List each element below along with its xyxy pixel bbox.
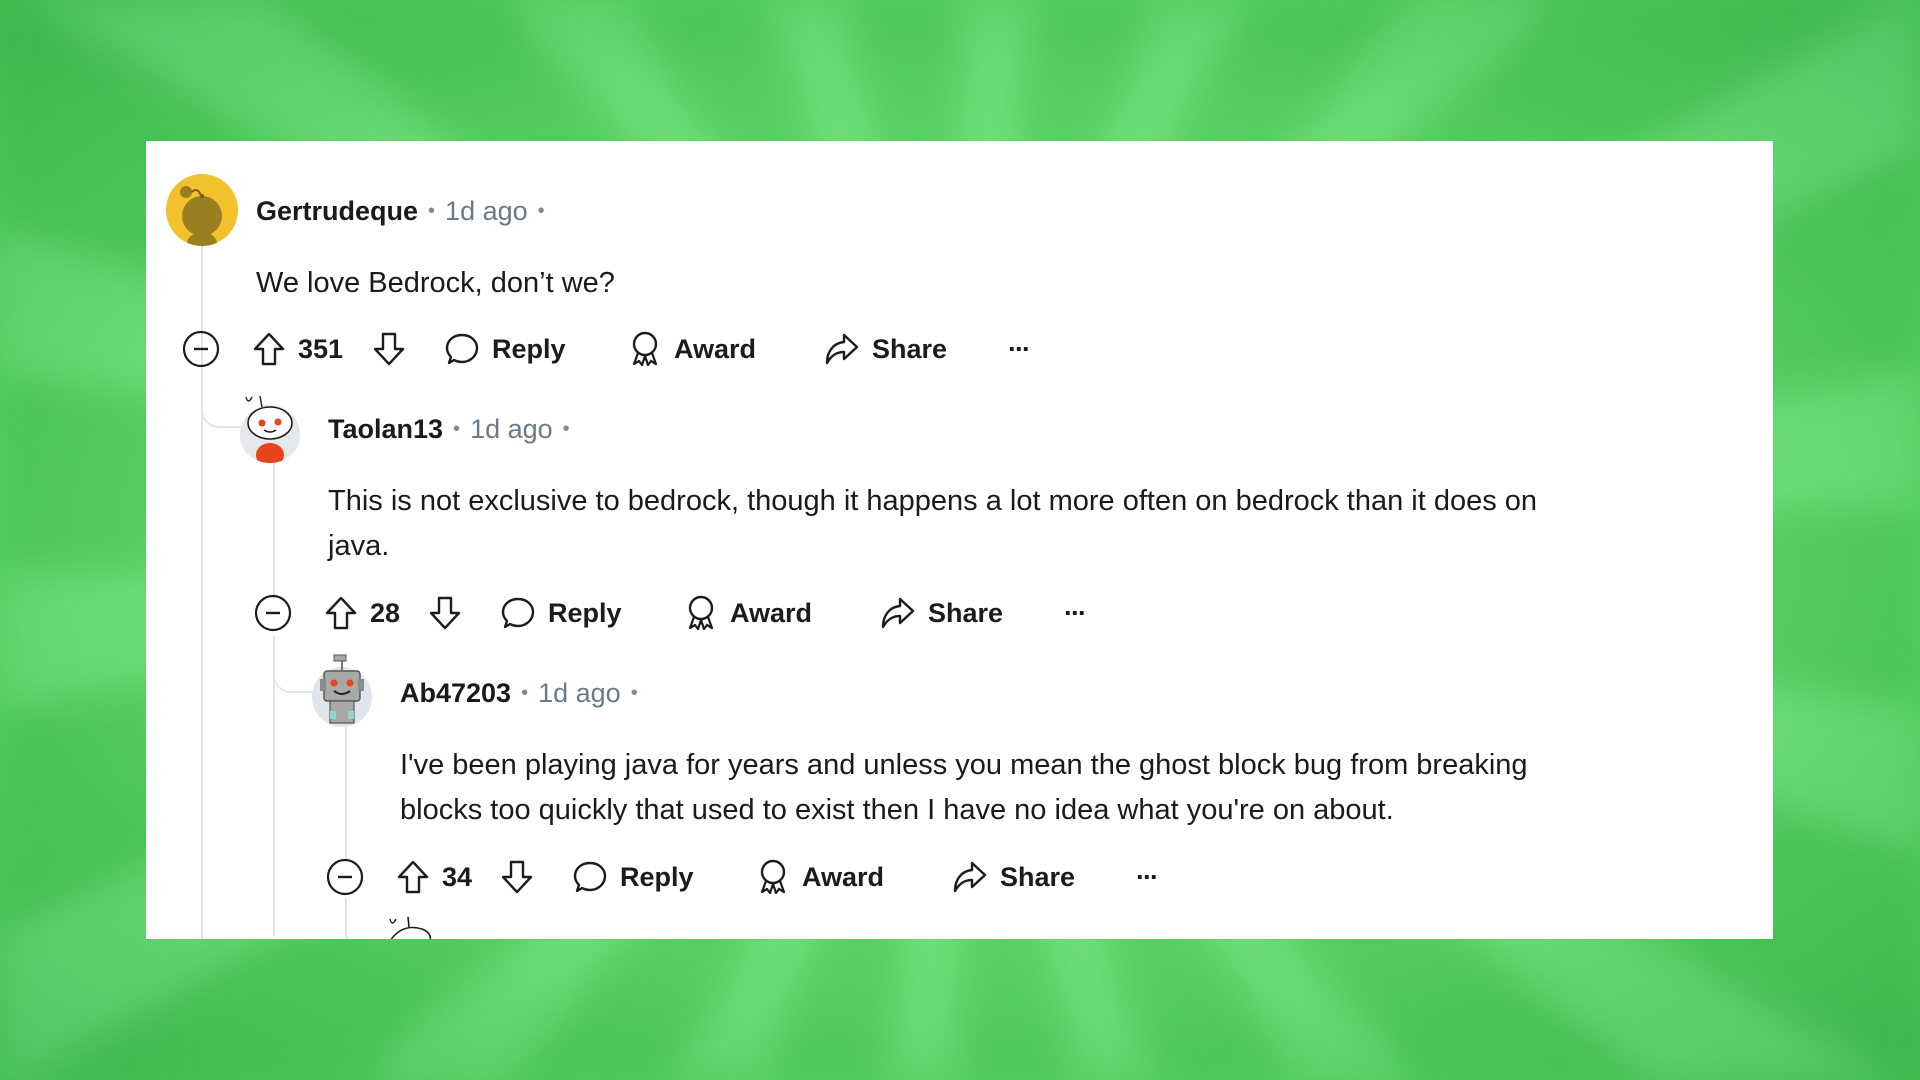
username[interactable]: Ab47203 — [400, 678, 511, 709]
downvote-button[interactable] — [428, 591, 462, 635]
share-button[interactable]: Share — [950, 855, 1075, 899]
meta-separator: • — [521, 681, 529, 704]
timestamp[interactable]: 1d ago — [470, 414, 553, 445]
thread-line-level-1[interactable] — [273, 459, 275, 599]
share-label: Share — [928, 597, 1004, 628]
thread-connector — [201, 376, 243, 428]
more-options-button[interactable]: ··· — [1064, 591, 1087, 635]
award-ribbon-icon — [688, 595, 714, 631]
award-ribbon-icon — [760, 859, 786, 895]
award-label: Award — [802, 861, 885, 892]
timestamp[interactable]: 1d ago — [538, 678, 621, 709]
upvote-button[interactable] — [396, 855, 430, 899]
reply-label: Reply — [548, 597, 622, 628]
downvote-button[interactable] — [500, 855, 534, 899]
award-button[interactable]: Award — [628, 327, 756, 371]
reply-label: Reply — [620, 861, 694, 892]
username[interactable]: Gertrudeque — [256, 196, 418, 227]
comment-action-bar: 351 Reply Award Share ··· — [182, 327, 1082, 371]
snoo-robot-avatar-icon — [312, 654, 372, 727]
comment-text-line: This is not exclusive to bedrock, though… — [328, 485, 1538, 517]
share-arrow-icon — [825, 333, 859, 365]
downvote-arrow-icon — [501, 860, 533, 894]
downvote-button[interactable] — [372, 327, 406, 371]
username[interactable]: Taolan13 — [328, 414, 443, 445]
thread-connector — [273, 636, 315, 693]
downvote-arrow-icon — [429, 596, 461, 630]
comment-action-bar: 28 Reply Award Share ··· — [254, 591, 1154, 635]
speech-bubble-icon — [501, 597, 535, 629]
upvote-arrow-icon — [253, 332, 285, 366]
more-options-button[interactable]: ··· — [1008, 327, 1031, 371]
avatar[interactable] — [382, 915, 442, 939]
comment-body: We love Bedrock, don’t we? — [256, 261, 615, 306]
comment-action-bar: 34 Reply Award Share ··· — [326, 855, 1226, 899]
vote-score: 34 — [442, 861, 473, 892]
snoo-yellow-avatar-icon — [180, 186, 222, 246]
share-button[interactable]: Share — [822, 327, 947, 371]
upvote-button[interactable] — [252, 327, 286, 371]
speech-bubble-icon — [573, 861, 607, 893]
downvote-arrow-icon — [373, 332, 405, 366]
timestamp[interactable]: 1d ago — [445, 196, 528, 227]
comment-body: I've been playing java for years and unl… — [400, 743, 1528, 833]
share-arrow-icon — [881, 597, 915, 629]
thread-connector — [345, 898, 387, 939]
meta-separator: • — [562, 417, 570, 440]
meta-separator: • — [453, 417, 461, 440]
thread-line-level-2[interactable] — [345, 721, 347, 861]
avatar[interactable] — [166, 174, 238, 246]
collapse-minus-icon — [326, 858, 364, 896]
comment-text-line: blocks too quickly that used to exist th… — [400, 794, 1394, 826]
collapse-minus-icon — [254, 594, 292, 632]
meta-separator: • — [537, 199, 545, 222]
snoo-avatar-partial-icon — [389, 916, 432, 939]
meta-separator: • — [630, 681, 638, 704]
vote-score: 351 — [298, 333, 344, 364]
collapse-button[interactable] — [182, 327, 220, 371]
comment-body: This is not exclusive to bedrock, though… — [328, 479, 1537, 569]
more-options-button[interactable]: ··· — [1136, 855, 1159, 899]
comment-thread-card: Gertrudeque • 1d ago • We love Bedrock, … — [146, 141, 1773, 939]
comment-text-line: I've been playing java for years and unl… — [400, 749, 1528, 781]
award-button[interactable]: Award — [684, 591, 812, 635]
upvote-arrow-icon — [397, 860, 429, 894]
snoo-orange-hoodie-avatar-icon — [240, 395, 300, 463]
share-label: Share — [872, 333, 948, 364]
reply-button[interactable]: Reply — [500, 591, 622, 635]
award-label: Award — [674, 333, 757, 364]
award-ribbon-icon — [632, 331, 658, 367]
reply-label: Reply — [492, 333, 566, 364]
avatar[interactable] — [310, 653, 374, 727]
share-button[interactable]: Share — [878, 591, 1003, 635]
vote-score: 28 — [370, 597, 401, 628]
collapse-button[interactable] — [326, 855, 364, 899]
award-label: Award — [730, 597, 813, 628]
reply-button[interactable]: Reply — [572, 855, 694, 899]
share-arrow-icon — [953, 861, 987, 893]
share-label: Share — [1000, 861, 1076, 892]
thread-line-level-0[interactable] — [201, 371, 203, 939]
award-button[interactable]: Award — [756, 855, 884, 899]
reply-button[interactable]: Reply — [444, 327, 566, 371]
collapse-minus-icon — [182, 330, 220, 368]
comment-text-line: java. — [328, 530, 390, 562]
collapse-button[interactable] — [254, 591, 292, 635]
comment-text-line: We love Bedrock, don’t we? — [256, 267, 615, 299]
upvote-button[interactable] — [324, 591, 358, 635]
avatar[interactable] — [238, 391, 302, 463]
upvote-arrow-icon — [325, 596, 357, 630]
meta-separator: • — [428, 199, 436, 222]
speech-bubble-icon — [445, 333, 479, 365]
